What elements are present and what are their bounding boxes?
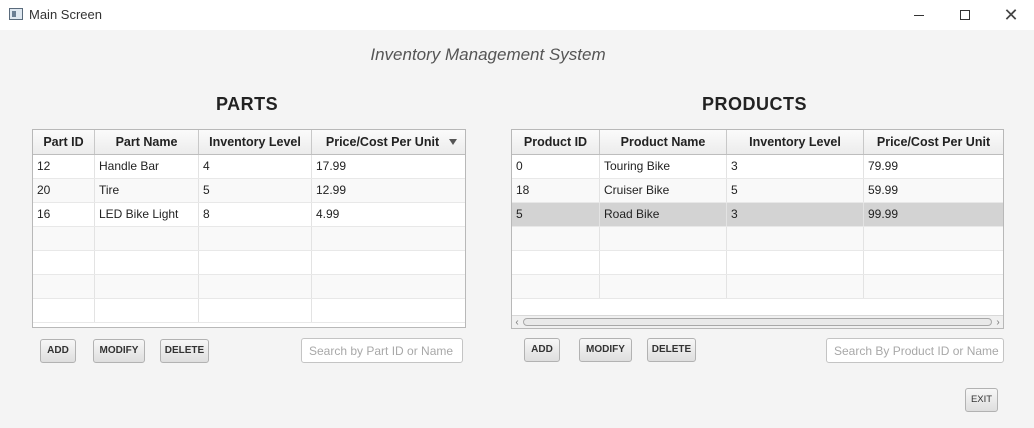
empty-row bbox=[512, 227, 1003, 251]
table-cell: Handle Bar bbox=[95, 155, 199, 178]
add-product-button[interactable]: ADD bbox=[524, 338, 560, 362]
window-title: Main Screen bbox=[29, 7, 102, 22]
delete-product-button[interactable]: DELETE bbox=[647, 338, 696, 362]
table-cell: Road Bike bbox=[600, 203, 727, 226]
horizontal-scrollbar[interactable]: ‹ › bbox=[512, 315, 1003, 328]
table-cell: 4 bbox=[199, 155, 312, 178]
empty-row bbox=[33, 275, 465, 299]
table-cell: Tire bbox=[95, 179, 199, 202]
empty-row bbox=[512, 251, 1003, 275]
empty-row bbox=[512, 275, 1003, 299]
app-title-text: Inventory Management System bbox=[370, 45, 606, 64]
table-cell: 79.99 bbox=[868, 159, 899, 173]
exit-button[interactable]: EXIT bbox=[965, 388, 998, 412]
table-row[interactable]: 16 LED Bike Light 8 4.99 bbox=[33, 203, 465, 227]
table-row[interactable]: 0 Touring Bike 3 79.99 bbox=[512, 155, 1003, 179]
empty-row bbox=[33, 299, 465, 323]
parts-table[interactable]: Part ID Part Name Inventory Level Price/… bbox=[32, 129, 466, 328]
table-cell: 17.99 bbox=[316, 159, 347, 173]
table-row[interactable]: 18 Cruiser Bike 5 59.99 bbox=[512, 179, 1003, 203]
table-cell: 5 bbox=[512, 203, 600, 226]
column-header-inventory-level[interactable]: Inventory Level bbox=[199, 130, 312, 154]
maximize-button[interactable] bbox=[942, 0, 988, 30]
parts-section-title: PARTS bbox=[216, 94, 279, 114]
table-cell: 12.99 bbox=[316, 183, 347, 197]
table-cell: 16 bbox=[33, 203, 95, 226]
table-cell: 4.99 bbox=[316, 207, 340, 221]
column-header-product-name[interactable]: Product Name bbox=[600, 130, 727, 154]
table-cell: LED Bike Light bbox=[95, 203, 199, 226]
column-header-inventory-level[interactable]: Inventory Level bbox=[727, 130, 864, 154]
sort-descending-icon bbox=[449, 139, 457, 145]
table-cell: 5 bbox=[727, 179, 864, 202]
add-part-button[interactable]: ADD bbox=[40, 339, 76, 363]
table-cell: 5 bbox=[199, 179, 312, 202]
products-search-input[interactable] bbox=[826, 338, 1004, 363]
table-row[interactable]: 12 Handle Bar 4 17.99 bbox=[33, 155, 465, 179]
scrollbar-thumb[interactable] bbox=[523, 318, 992, 326]
column-header-part-id[interactable]: Part ID bbox=[33, 130, 95, 154]
chevron-left-icon[interactable]: ‹ bbox=[512, 317, 522, 328]
empty-row bbox=[33, 227, 465, 251]
products-section-title: PRODUCTS bbox=[702, 94, 808, 114]
column-header-part-name[interactable]: Part Name bbox=[95, 130, 199, 154]
table-row[interactable]: 20 Tire 5 12.99 bbox=[33, 179, 465, 203]
minimize-icon bbox=[914, 14, 924, 16]
title-bar: Main Screen ✕ bbox=[0, 0, 1034, 30]
minimize-button[interactable] bbox=[896, 0, 942, 30]
table-cell: Touring Bike bbox=[600, 155, 727, 178]
products-table[interactable]: Product ID Product Name Inventory Level … bbox=[511, 129, 1004, 329]
column-header-price[interactable]: Price/Cost Per Unit bbox=[864, 130, 1003, 154]
parts-table-header: Part ID Part Name Inventory Level Price/… bbox=[33, 130, 465, 155]
table-cell: 18 bbox=[512, 179, 600, 202]
column-header-price[interactable]: Price/Cost Per Unit bbox=[312, 130, 465, 154]
close-icon: ✕ bbox=[1003, 4, 1019, 25]
table-cell: Cruiser Bike bbox=[600, 179, 727, 202]
table-cell: 20 bbox=[33, 179, 95, 202]
chevron-right-icon[interactable]: › bbox=[993, 317, 1003, 328]
column-header-price-label: Price/Cost Per Unit bbox=[325, 135, 440, 149]
products-table-header: Product ID Product Name Inventory Level … bbox=[512, 130, 1003, 155]
column-header-product-id[interactable]: Product ID bbox=[512, 130, 600, 154]
maximize-icon bbox=[960, 10, 970, 20]
table-row-selected[interactable]: 5 Road Bike 3 99.99 bbox=[512, 203, 1003, 227]
parts-search-input[interactable] bbox=[301, 338, 463, 363]
delete-part-button[interactable]: DELETE bbox=[160, 339, 209, 363]
table-cell: 3 bbox=[727, 155, 864, 178]
empty-row bbox=[33, 251, 465, 275]
table-cell: 0 bbox=[512, 155, 600, 178]
table-cell: 12 bbox=[33, 155, 95, 178]
modify-product-button[interactable]: MODIFY bbox=[579, 338, 632, 362]
table-cell: 59.99 bbox=[868, 183, 899, 197]
modify-part-button[interactable]: MODIFY bbox=[93, 339, 145, 363]
window-app-icon bbox=[9, 8, 23, 20]
close-button[interactable]: ✕ bbox=[988, 0, 1034, 30]
table-cell: 8 bbox=[199, 203, 312, 226]
app-title: Inventory Management System bbox=[0, 45, 1034, 65]
table-cell: 99.99 bbox=[868, 207, 899, 221]
table-cell: 3 bbox=[727, 203, 864, 226]
